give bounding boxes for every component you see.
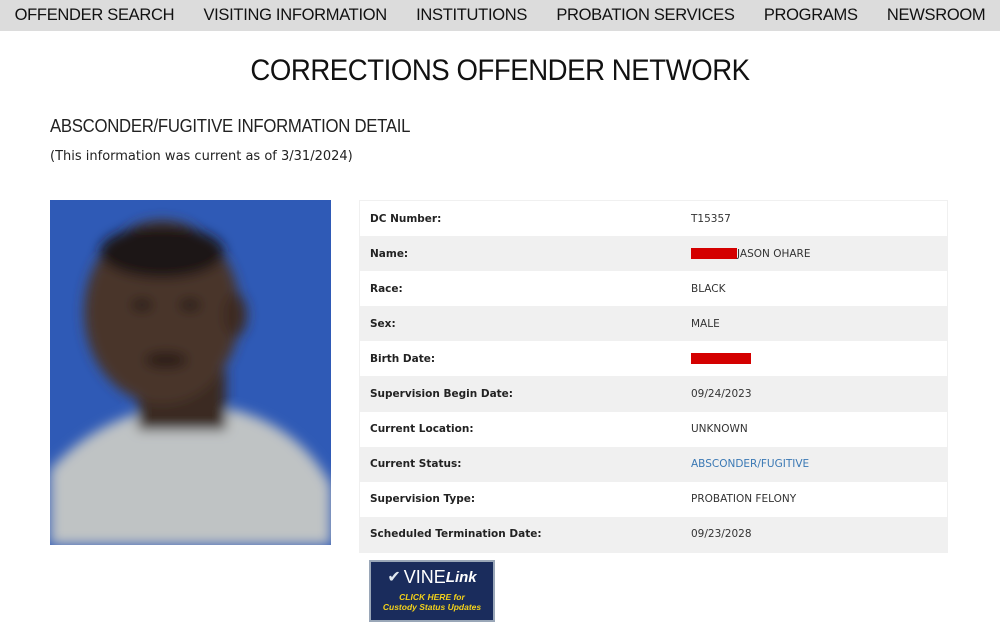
name-label: Name: xyxy=(370,247,409,260)
scheduled-termination-date-value: 09/23/2028 xyxy=(691,528,752,541)
table-row: Supervision Begin Date: 09/24/2023 xyxy=(359,376,948,412)
nav-probation-services[interactable]: PROBATION SERVICES xyxy=(556,6,735,25)
vinelink-cta-line2: Custody Status Updates xyxy=(382,602,482,612)
supervision-begin-date-value: 09/24/2023 xyxy=(691,388,752,401)
race-value: BLACK xyxy=(691,282,726,295)
table-row: Birth Date: xyxy=(359,341,948,377)
table-row: Race: BLACK xyxy=(359,271,948,307)
table-row: Current Status: ABSCONDER/FUGITIVE xyxy=(359,446,948,482)
name-redaction xyxy=(691,248,737,260)
offender-photo-image xyxy=(50,200,331,545)
dc-number-value: T15357 xyxy=(691,212,731,225)
current-status-link[interactable]: ABSCONDER/FUGITIVE xyxy=(691,447,948,482)
top-navigation: OFFENDER SEARCH VISITING INFORMATION INS… xyxy=(0,0,1000,31)
birth-date-label: Birth Date: xyxy=(370,352,436,365)
birth-date-redaction xyxy=(691,353,751,365)
table-row: Scheduled Termination Date: 09/23/2028 xyxy=(359,516,948,553)
supervision-begin-date-label: Supervision Begin Date: xyxy=(370,388,514,401)
vinelink-brand-vine: VINE xyxy=(403,566,446,587)
page-title: CORRECTIONS OFFENDER NETWORK xyxy=(250,54,750,87)
vinelink-logo: ✔ VINE Link xyxy=(371,562,493,592)
sex-value: MALE xyxy=(691,317,720,330)
current-status-label: Current Status: xyxy=(370,458,462,471)
nav-institutions[interactable]: INSTITUTIONS xyxy=(416,6,527,25)
vinelink-button[interactable]: ✔ VINE Link CLICK HERE for Custody Status … xyxy=(369,560,495,622)
table-row: Current Location: UNKNOWN xyxy=(359,411,948,447)
nav-newsroom[interactable]: NEWSROOM xyxy=(887,6,986,25)
current-location-label: Current Location: xyxy=(370,423,474,436)
name-value-cell: JASON OHARE xyxy=(691,236,948,271)
offender-details-table: DC Number: T15357 Name: JASON OHARE Race… xyxy=(359,200,948,553)
table-row: DC Number: T15357 xyxy=(359,200,948,237)
nav-programs[interactable]: PROGRAMS xyxy=(764,6,858,25)
current-as-of-note: (This information was current as of 3/31… xyxy=(50,149,353,164)
current-location-value: UNKNOWN xyxy=(691,423,748,436)
dc-number-label: DC Number: xyxy=(370,212,442,225)
table-row: Supervision Type: PROBATION FELONY xyxy=(359,481,948,517)
section-heading: ABSCONDER/FUGITIVE INFORMATION DETAIL xyxy=(50,116,411,136)
supervision-type-value: PROBATION FELONY xyxy=(691,493,797,506)
table-row: Name: JASON OHARE xyxy=(359,236,948,272)
sex-label: Sex: xyxy=(370,317,396,330)
nav-offender-search[interactable]: OFFENDER SEARCH xyxy=(15,6,175,25)
name-value: JASON OHARE xyxy=(737,247,811,260)
table-row: Sex: MALE xyxy=(359,306,948,342)
supervision-type-label: Supervision Type: xyxy=(370,493,476,506)
scheduled-termination-date-label: Scheduled Termination Date: xyxy=(370,528,542,541)
race-label: Race: xyxy=(370,282,403,295)
offender-photo xyxy=(50,200,331,545)
vinelink-brand-link: Link xyxy=(445,568,477,586)
vinelink-check-icon: ✔ xyxy=(387,569,401,586)
vinelink-cta-line1: CLICK HERE for xyxy=(399,592,465,602)
birth-date-value xyxy=(691,341,948,376)
nav-visiting-information[interactable]: VISITING INFORMATION xyxy=(203,6,387,25)
